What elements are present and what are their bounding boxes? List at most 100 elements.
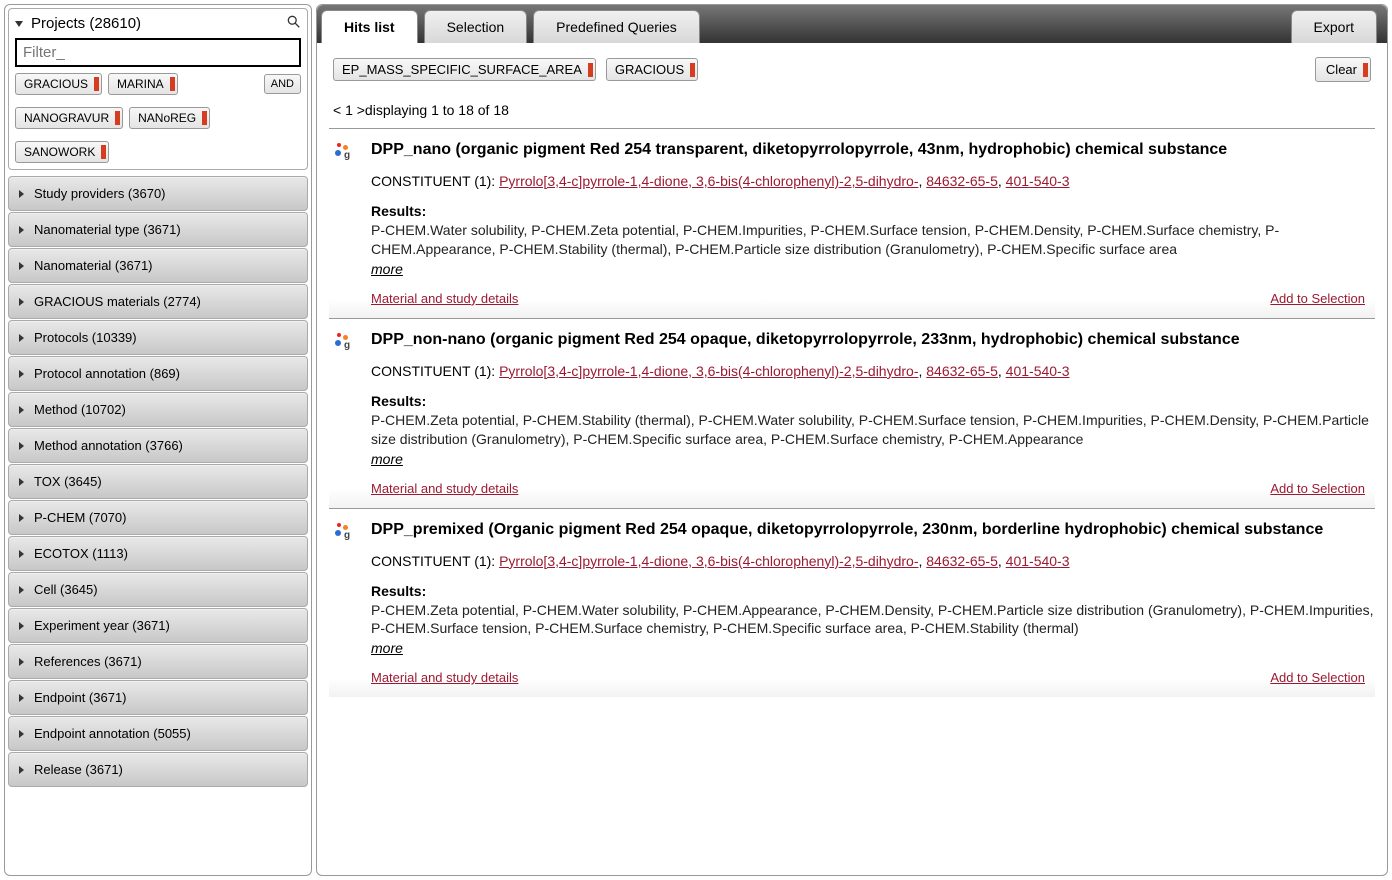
facet-item[interactable]: Protocols (10339) <box>8 320 308 355</box>
chevron-right-icon <box>19 514 24 522</box>
facet-item[interactable]: Release (3671) <box>8 752 308 787</box>
details-link[interactable]: Material and study details <box>371 670 518 685</box>
constituent-link[interactable]: 84632-65-5 <box>926 173 998 189</box>
clear-label: Clear <box>1326 62 1357 77</box>
substance-icon: g <box>329 521 359 686</box>
result-body: DPP_non-nano (organic pigment Red 254 op… <box>371 331 1375 496</box>
facet-item[interactable]: Experiment year (3671) <box>8 608 308 643</box>
facet-label: Experiment year (3671) <box>34 618 170 633</box>
results-label: Results: <box>371 203 1375 219</box>
facet-label: Protocol annotation (869) <box>34 366 180 381</box>
substance-icon: g <box>329 141 359 306</box>
filter-input[interactable] <box>15 38 301 67</box>
facet-item[interactable]: Cell (3645) <box>8 572 308 607</box>
tab[interactable]: Predefined Queries <box>533 10 700 43</box>
projects-panel: Projects (28610) GRACIOUSMARINAANDNANOGR… <box>8 8 308 170</box>
add-to-selection-link[interactable]: Add to Selection <box>1270 670 1365 685</box>
constituent-line: CONSTITUENT (1): Pyrrolo[3,4-c]pyrrole-1… <box>371 173 1375 189</box>
facet-item[interactable]: GRACIOUS materials (2774) <box>8 284 308 319</box>
facet-label: GRACIOUS materials (2774) <box>34 294 201 309</box>
search-icon[interactable] <box>287 15 301 32</box>
results-label: Results: <box>371 583 1375 599</box>
substance-icon: g <box>329 331 359 496</box>
filter-bar: EP_MASS_SPECIFIC_SURFACE_AREA GRACIOUS Cl… <box>317 43 1387 96</box>
result-footer: Material and study details Add to Selecti… <box>371 481 1375 496</box>
facet-label: Study providers (3670) <box>34 186 166 201</box>
result-item: gDPP_non-nano (organic pigment Red 254 o… <box>329 318 1375 508</box>
tab-export[interactable]: Export <box>1291 10 1377 43</box>
tab[interactable]: Selection <box>424 10 528 43</box>
result-title: DPP_nano (organic pigment Red 254 transp… <box>371 141 1375 159</box>
result-footer: Material and study details Add to Selecti… <box>371 670 1375 685</box>
remove-icon[interactable] <box>115 111 120 125</box>
filter-tag[interactable]: NANoREG <box>129 107 210 129</box>
facet-label: ECOTOX (1113) <box>34 546 128 561</box>
facet-label: P-CHEM (7070) <box>34 510 126 525</box>
chevron-right-icon <box>19 622 24 630</box>
more-link[interactable]: more <box>371 640 403 656</box>
facet-label: Endpoint annotation (5055) <box>34 726 191 741</box>
active-filter-tag[interactable]: EP_MASS_SPECIFIC_SURFACE_AREA <box>333 58 596 81</box>
facet-label: Protocols (10339) <box>34 330 137 345</box>
constituent-link[interactable]: 84632-65-5 <box>926 553 998 569</box>
filter-tag-row: GRACIOUS MARINA AND NANOGRAVUR NANoREG SANOWO… <box>15 73 301 163</box>
remove-icon[interactable] <box>202 111 207 125</box>
chevron-down-icon[interactable] <box>15 21 23 27</box>
chevron-right-icon <box>19 262 24 270</box>
remove-icon[interactable] <box>588 63 593 77</box>
chevron-right-icon <box>19 442 24 450</box>
constituent-link[interactable]: 401-540-3 <box>1006 173 1070 189</box>
remove-icon[interactable] <box>94 77 99 91</box>
details-link[interactable]: Material and study details <box>371 291 518 306</box>
facet-item[interactable]: Endpoint (3671) <box>8 680 308 715</box>
facet-label: References (3671) <box>34 654 142 669</box>
filter-tag[interactable]: SANOWORK <box>15 141 109 163</box>
chevron-right-icon <box>19 694 24 702</box>
remove-icon[interactable] <box>170 77 175 91</box>
facet-item[interactable]: References (3671) <box>8 644 308 679</box>
facet-label: Cell (3645) <box>34 582 98 597</box>
active-filter-tag[interactable]: GRACIOUS <box>606 58 698 81</box>
result-item: gDPP_premixed (Organic pigment Red 254 o… <box>329 508 1375 698</box>
constituent-link[interactable]: 401-540-3 <box>1006 553 1070 569</box>
constituent-link[interactable]: Pyrrolo[3,4-c]pyrrole-1,4-dione, 3,6-bis… <box>499 363 918 379</box>
tag-label: SANOWORK <box>24 145 95 159</box>
facet-item[interactable]: Study providers (3670) <box>8 176 308 211</box>
pager[interactable]: < 1 >displaying 1 to 18 of 18 <box>317 96 1387 128</box>
facet-item[interactable]: Endpoint annotation (5055) <box>8 716 308 751</box>
facet-item[interactable]: Nanomaterial type (3671) <box>8 212 308 247</box>
facet-item[interactable]: TOX (3645) <box>8 464 308 499</box>
filter-tag[interactable]: MARINA <box>108 73 178 95</box>
results-list: g DPP_nano (organic pigment Red 254 trans… <box>317 128 1387 717</box>
facet-item[interactable]: Protocol annotation (869) <box>8 356 308 391</box>
tag-label: GRACIOUS <box>615 62 684 77</box>
add-to-selection-link[interactable]: Add to Selection <box>1270 481 1365 496</box>
details-link[interactable]: Material and study details <box>371 481 518 496</box>
tag-label: GRACIOUS <box>24 77 88 91</box>
remove-icon[interactable] <box>101 145 106 159</box>
constituent-link[interactable]: 401-540-3 <box>1006 363 1070 379</box>
facet-item[interactable]: P-CHEM (7070) <box>8 500 308 535</box>
remove-icon[interactable] <box>690 63 695 77</box>
more-link[interactable]: more <box>371 261 403 277</box>
facet-item[interactable]: Nanomaterial (3671) <box>8 248 308 283</box>
facet-label: Nanomaterial (3671) <box>34 258 153 273</box>
tag-label: MARINA <box>117 77 164 91</box>
filter-tag[interactable]: GRACIOUS <box>15 73 102 95</box>
filter-tag[interactable]: NANOGRAVUR <box>15 107 123 129</box>
facet-item[interactable]: Method annotation (3766) <box>8 428 308 463</box>
chevron-right-icon <box>19 550 24 558</box>
tag-label: NANoREG <box>138 111 196 125</box>
more-link[interactable]: more <box>371 451 403 467</box>
facet-item[interactable]: Method (10702) <box>8 392 308 427</box>
add-to-selection-link[interactable]: Add to Selection <box>1270 291 1365 306</box>
and-button[interactable]: AND <box>264 74 301 94</box>
constituent-link[interactable]: Pyrrolo[3,4-c]pyrrole-1,4-dione, 3,6-bis… <box>499 553 918 569</box>
facet-item[interactable]: ECOTOX (1113) <box>8 536 308 571</box>
tab[interactable]: Hits list <box>321 10 418 43</box>
constituent-link[interactable]: Pyrrolo[3,4-c]pyrrole-1,4-dione, 3,6-bis… <box>499 173 918 189</box>
constituent-link[interactable]: 84632-65-5 <box>926 363 998 379</box>
facet-label: Method annotation (3766) <box>34 438 183 453</box>
chevron-right-icon <box>19 370 24 378</box>
clear-button[interactable]: Clear <box>1315 57 1371 82</box>
